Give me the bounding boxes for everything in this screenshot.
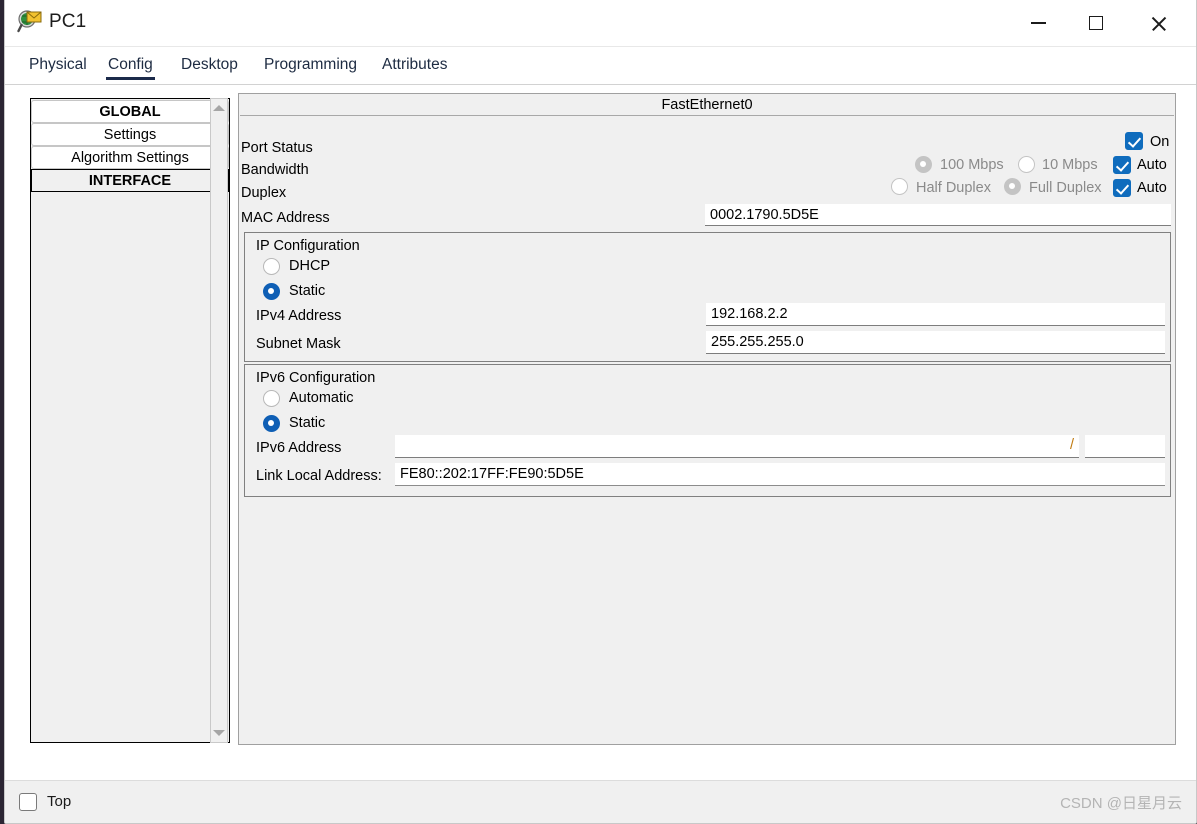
ipv6-prefix-field[interactable] (1085, 435, 1165, 458)
subnet-mask-field[interactable] (706, 331, 1165, 354)
tab-attributes[interactable]: Attributes (380, 53, 449, 80)
bandwidth-10mbps-radio[interactable] (1018, 156, 1035, 173)
sidebar-item-algorithm-settings[interactable]: Algorithm Settings (31, 146, 229, 169)
title-bar: PC1 (5, 0, 1196, 47)
ipv4-address-label: IPv4 Address (256, 308, 342, 324)
content-area: GLOBAL Settings Algorithm Settings INTER… (5, 85, 1196, 780)
ip-configuration-title: IP Configuration (256, 238, 360, 254)
watermark-text: CSDN @日星月云 (1060, 795, 1182, 812)
bandwidth-auto-checkbox[interactable] (1113, 156, 1131, 174)
triangle-down (213, 730, 225, 736)
port-status-checkbox[interactable] (1125, 132, 1143, 150)
minimize-button[interactable] (1015, 0, 1061, 46)
subnet-mask-label: Subnet Mask (256, 336, 341, 352)
sidebar-scrollbar[interactable] (210, 98, 228, 743)
link-local-address-label: Link Local Address: (256, 468, 382, 484)
app-root: PC1 Physical Config Desktop Programming … (0, 0, 1197, 824)
footer-bar: Top CSDN @日星月云 (5, 780, 1196, 823)
packet-tracer-icon (17, 10, 42, 33)
maximize-icon (1089, 16, 1103, 30)
bandwidth-10mbps-label: 10 Mbps (1042, 157, 1098, 173)
top-label: Top (47, 793, 72, 810)
sidebar-item-interface[interactable]: INTERFACE (31, 169, 229, 192)
duplex-full-label: Full Duplex (1029, 180, 1102, 196)
scroll-down-arrow-icon[interactable] (211, 725, 227, 741)
window-title: PC1 (49, 11, 87, 32)
ipv6-automatic-radio[interactable] (263, 390, 280, 407)
duplex-auto-label: Auto (1137, 180, 1167, 196)
ip-dhcp-radio[interactable] (263, 258, 280, 275)
triangle-up (213, 105, 225, 111)
panel-title: FastEthernet0 (240, 95, 1174, 116)
ipv6-automatic-label: Automatic (289, 390, 354, 406)
duplex-label: Duplex (241, 185, 287, 201)
scroll-up-arrow-icon[interactable] (211, 100, 227, 116)
bandwidth-100mbps-label: 100 Mbps (940, 157, 1004, 173)
link-local-address-field[interactable] (395, 463, 1165, 486)
tab-desktop[interactable]: Desktop (179, 53, 240, 80)
ip-dhcp-label: DHCP (289, 258, 331, 274)
bandwidth-label: Bandwidth (241, 162, 309, 178)
ipv6-address-label: IPv6 Address (256, 440, 342, 456)
mac-address-field[interactable] (705, 204, 1171, 226)
minimize-icon (1030, 22, 1046, 24)
tab-bar: Physical Config Desktop Programming Attr… (5, 47, 1196, 85)
tab-programming[interactable]: Programming (262, 53, 359, 80)
ipv6-prefix-separator: / (1070, 437, 1075, 453)
config-tree: GLOBAL Settings Algorithm Settings INTER… (30, 98, 230, 743)
mac-address-label: MAC Address (241, 210, 330, 226)
tab-config[interactable]: Config (106, 53, 155, 80)
ipv6-static-radio[interactable] (263, 415, 280, 432)
ip-static-radio[interactable] (263, 283, 280, 300)
ip-static-label: Static (289, 283, 326, 299)
port-status-on-label: On (1150, 134, 1170, 150)
bandwidth-100mbps-radio[interactable] (915, 156, 932, 173)
interface-panel: FastEthernet0 Port Status On Bandwidth 1… (238, 93, 1176, 745)
duplex-auto-checkbox[interactable] (1113, 179, 1131, 197)
duplex-half-label: Half Duplex (916, 180, 991, 196)
sidebar-item-settings[interactable]: Settings (31, 123, 229, 146)
ipv6-address-field[interactable] (395, 435, 1079, 458)
pc1-window: PC1 Physical Config Desktop Programming … (4, 0, 1197, 824)
bandwidth-auto-label: Auto (1137, 157, 1167, 173)
ipv6-static-label: Static (289, 415, 326, 431)
close-icon (1150, 15, 1167, 32)
ip-configuration-group: IP Configuration DHCP Static IPv4 Addres… (244, 232, 1171, 362)
sidebar-item-global[interactable]: GLOBAL (31, 100, 229, 123)
ipv4-address-field[interactable] (706, 303, 1165, 326)
port-status-label: Port Status (241, 140, 313, 156)
duplex-full-radio[interactable] (1004, 178, 1021, 195)
duplex-half-radio[interactable] (891, 178, 908, 195)
tab-physical[interactable]: Physical (27, 53, 89, 80)
close-button[interactable] (1135, 0, 1181, 46)
maximize-button[interactable] (1073, 0, 1119, 46)
ipv6-configuration-title: IPv6 Configuration (256, 370, 376, 386)
ipv6-configuration-group: IPv6 Configuration Automatic Static IPv6… (244, 364, 1171, 497)
top-checkbox[interactable] (19, 793, 37, 811)
